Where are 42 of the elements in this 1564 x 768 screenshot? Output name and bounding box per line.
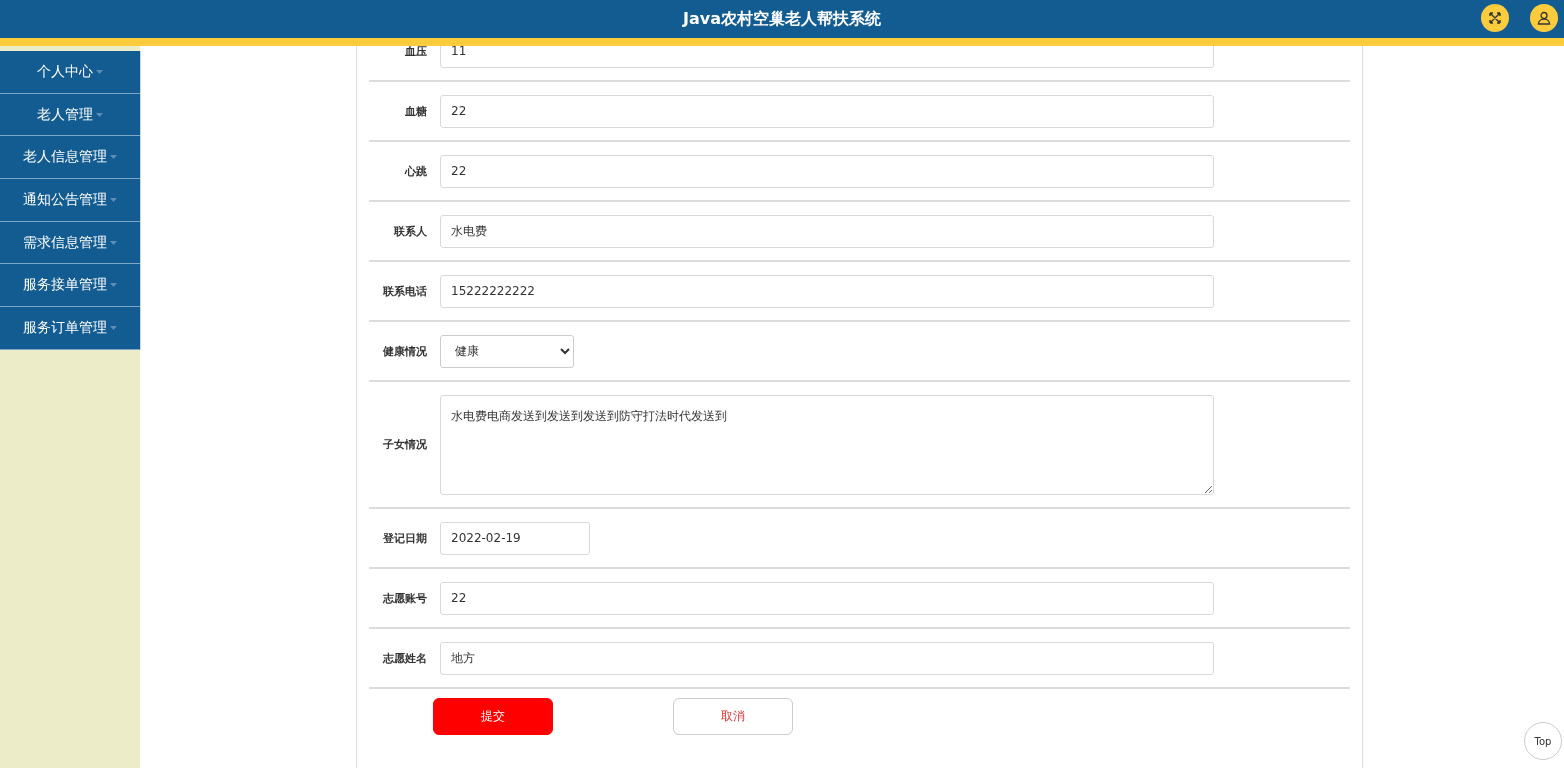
caret-icon <box>110 155 117 160</box>
date-field[interactable]: 2022-02-19 <box>440 521 590 555</box>
sidebar-item[interactable]: 个人中心 <box>0 51 140 94</box>
fullscreen-button[interactable] <box>1481 4 1509 32</box>
field-label: 志愿账号 <box>382 590 427 606</box>
select-field[interactable]: 健康 <box>440 334 574 368</box>
field-label: 子女情况 <box>382 437 427 452</box>
user-button[interactable] <box>1530 4 1558 32</box>
field-label: 联系电话 <box>382 283 427 299</box>
field-label: 血糖 <box>404 103 427 119</box>
text-field[interactable]: 22 <box>440 154 1214 188</box>
text-field[interactable]: 11 <box>440 46 1214 68</box>
text-area[interactable]: 水电费电商发送到发送到发送到防守打法时代发送到 <box>440 394 1214 495</box>
text-field[interactable]: 水电费 <box>440 214 1214 248</box>
caret-icon <box>110 240 117 245</box>
field-label: 志愿姓名 <box>382 650 427 666</box>
sidebar-item[interactable]: 服务接单管理 <box>0 264 140 308</box>
expand-icon <box>1488 11 1502 25</box>
field-label: 心跳 <box>403 163 427 179</box>
caret-icon <box>110 325 117 330</box>
submit-button[interactable]: 提交 <box>433 698 553 735</box>
caret-icon <box>96 112 103 117</box>
sidebar-item[interactable]: 通知公告管理 <box>0 179 140 222</box>
sidebar-item[interactable]: 服务订单管理 <box>0 307 140 350</box>
back-to-top-button[interactable]: Top <box>1524 722 1562 760</box>
caret-icon <box>96 69 103 74</box>
text-field[interactable]: 地方 <box>440 641 1214 675</box>
text-field[interactable]: 22 <box>440 581 1214 615</box>
sidebar-item[interactable]: 老人信息管理 <box>0 136 140 180</box>
field-label: 联系人 <box>393 223 427 239</box>
system-title: Java农村空巢老人帮扶系统 <box>683 8 881 30</box>
field-label: 健康情况 <box>382 343 427 359</box>
text-field[interactable]: 22 <box>440 94 1214 128</box>
field-label: 血压 <box>404 46 427 59</box>
sidebar-item[interactable]: 需求信息管理 <box>0 221 140 265</box>
caret-icon <box>110 283 117 288</box>
sidebar-item[interactable]: 老人管理 <box>0 93 140 137</box>
text-field[interactable]: 15222222222 <box>440 274 1214 308</box>
field-label: 登记日期 <box>382 530 427 546</box>
cancel-button[interactable]: 取消 <box>673 698 793 735</box>
caret-icon <box>110 197 117 202</box>
user-icon <box>1537 11 1551 25</box>
